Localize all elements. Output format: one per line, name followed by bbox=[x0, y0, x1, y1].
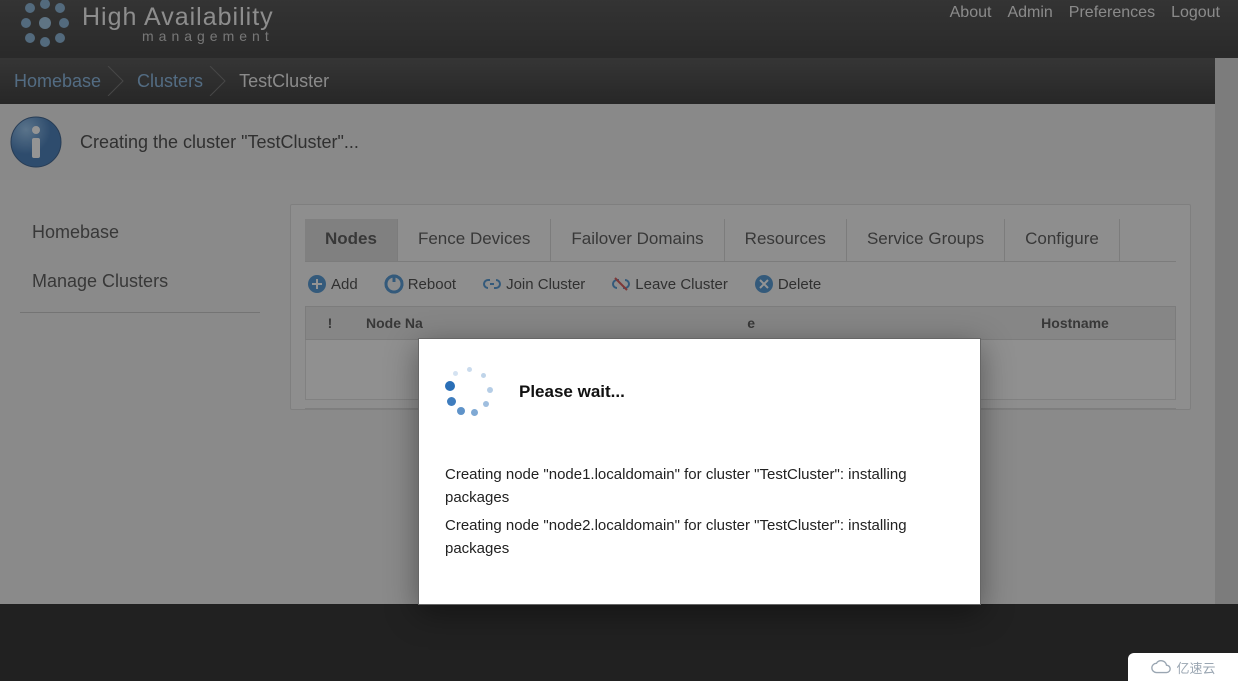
breadcrumb-current: TestCluster bbox=[239, 71, 329, 92]
delete-icon bbox=[754, 274, 774, 294]
col-status[interactable]: ! bbox=[306, 307, 354, 339]
breadcrumb: Homebase Clusters TestCluster bbox=[0, 58, 1215, 104]
dialog-title: Please wait... bbox=[519, 382, 625, 402]
unlink-icon bbox=[611, 274, 631, 294]
tab-service-groups[interactable]: Service Groups bbox=[847, 219, 1005, 261]
add-label: Add bbox=[331, 276, 358, 293]
link-icon bbox=[482, 274, 502, 294]
sidebar: Homebase Manage Clusters bbox=[0, 180, 280, 604]
logo-icon bbox=[18, 0, 72, 48]
leave-label: Leave Cluster bbox=[635, 276, 728, 293]
nav-logout[interactable]: Logout bbox=[1171, 4, 1220, 22]
nav-admin[interactable]: Admin bbox=[1007, 4, 1052, 22]
app-header: High Availability management About Admin… bbox=[0, 0, 1238, 58]
chevron-right-icon bbox=[209, 66, 231, 96]
reboot-icon bbox=[384, 274, 404, 294]
sidebar-item-manage-clusters[interactable]: Manage Clusters bbox=[20, 257, 260, 306]
tab-resources[interactable]: Resources bbox=[725, 219, 847, 261]
reboot-label: Reboot bbox=[408, 276, 456, 293]
delete-label: Delete bbox=[778, 276, 821, 293]
header-nav: About Admin Preferences Logout bbox=[950, 0, 1220, 22]
watermark-text: 亿速云 bbox=[1176, 658, 1215, 677]
tab-nodes[interactable]: Nodes bbox=[305, 219, 398, 261]
tab-fence-devices[interactable]: Fence Devices bbox=[398, 219, 551, 261]
delete-button[interactable]: Delete bbox=[754, 274, 821, 294]
spinner-icon bbox=[445, 367, 495, 417]
nav-preferences[interactable]: Preferences bbox=[1069, 4, 1155, 22]
tab-bar: Nodes Fence Devices Failover Domains Res… bbox=[305, 219, 1176, 262]
info-banner: Creating the cluster "TestCluster"... bbox=[0, 104, 1215, 180]
join-cluster-button[interactable]: Join Cluster bbox=[482, 274, 585, 294]
logo: High Availability management bbox=[18, 0, 274, 48]
footer bbox=[0, 604, 1238, 681]
chevron-right-icon bbox=[107, 66, 129, 96]
toolbar: Add Reboot Join Cluster Leave Cluster bbox=[305, 262, 1176, 306]
nodes-table-header: ! Node Na e Hostname bbox=[305, 306, 1176, 340]
join-label: Join Cluster bbox=[506, 276, 585, 293]
breadcrumb-home[interactable]: Homebase bbox=[14, 71, 129, 92]
breadcrumb-clusters-label: Clusters bbox=[137, 71, 203, 91]
sidebar-item-homebase[interactable]: Homebase bbox=[20, 208, 260, 257]
add-icon bbox=[307, 274, 327, 294]
watermark: 亿速云 bbox=[1128, 653, 1238, 681]
breadcrumb-home-label: Homebase bbox=[14, 71, 101, 91]
col-id[interactable]: e bbox=[734, 307, 975, 339]
col-node-name[interactable]: Node Na bbox=[354, 307, 734, 339]
breadcrumb-clusters[interactable]: Clusters bbox=[137, 71, 231, 92]
cloud-icon bbox=[1150, 659, 1172, 675]
tab-configure[interactable]: Configure bbox=[1005, 219, 1120, 261]
tab-failover-domains[interactable]: Failover Domains bbox=[551, 219, 724, 261]
info-icon bbox=[10, 116, 62, 168]
please-wait-dialog: Please wait... Creating node "node1.loca… bbox=[418, 338, 981, 605]
app-subtitle: management bbox=[142, 28, 274, 44]
dialog-message-2: Creating node "node2.localdomain" for cl… bbox=[445, 514, 954, 561]
add-button[interactable]: Add bbox=[307, 274, 358, 294]
sidebar-divider bbox=[20, 312, 260, 313]
leave-cluster-button[interactable]: Leave Cluster bbox=[611, 274, 728, 294]
col-hostname[interactable]: Hostname bbox=[975, 307, 1175, 339]
nav-about[interactable]: About bbox=[950, 4, 992, 22]
info-message: Creating the cluster "TestCluster"... bbox=[80, 132, 359, 153]
reboot-button[interactable]: Reboot bbox=[384, 274, 456, 294]
dialog-message-1: Creating node "node1.localdomain" for cl… bbox=[445, 463, 954, 510]
dialog-messages: Creating node "node1.localdomain" for cl… bbox=[445, 463, 954, 560]
